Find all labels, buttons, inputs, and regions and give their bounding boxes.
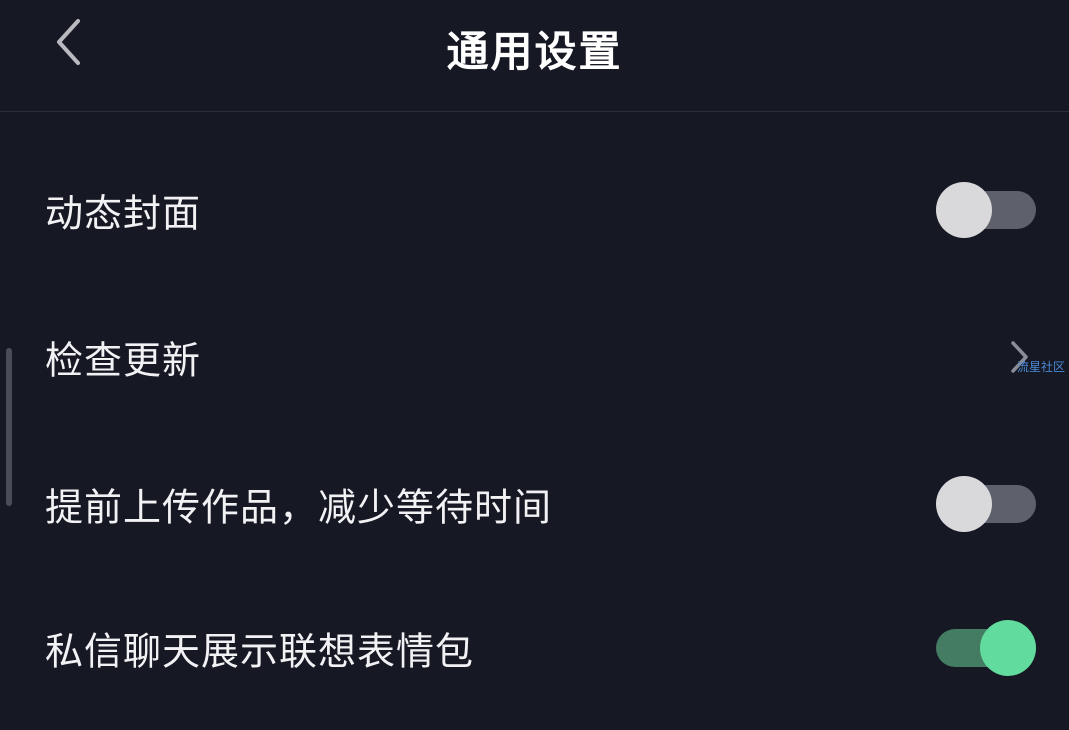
setting-row-emoji-suggest[interactable]: 私信聊天展示联想表情包 bbox=[0, 588, 1069, 708]
setting-label-check-update: 检查更新 bbox=[45, 338, 202, 383]
watermark-text: 流星社区 bbox=[1017, 360, 1066, 374]
setting-label-dynamic-cover: 动态封面 bbox=[45, 191, 202, 236]
settings-screen: 通用设置 动态封面 检查更新 提前上传作品，减少等待时间 私信聊天展示联想表情包… bbox=[0, 0, 1069, 730]
toggle-knob bbox=[936, 476, 992, 532]
toggle-knob bbox=[980, 620, 1036, 676]
emoji-suggest-toggle[interactable] bbox=[936, 620, 1036, 676]
setting-row-pre-upload[interactable]: 提前上传作品，减少等待时间 bbox=[0, 444, 1069, 564]
setting-label-pre-upload: 提前上传作品，减少等待时间 bbox=[45, 485, 553, 530]
setting-label-emoji-suggest: 私信聊天展示联想表情包 bbox=[45, 629, 475, 674]
page-title: 通用设置 bbox=[446, 27, 623, 76]
setting-row-dynamic-cover[interactable]: 动态封面 bbox=[0, 150, 1069, 270]
setting-row-check-update[interactable]: 检查更新 bbox=[0, 297, 1069, 417]
pre-upload-toggle[interactable] bbox=[936, 476, 1036, 532]
dynamic-cover-toggle[interactable] bbox=[936, 182, 1036, 238]
toggle-knob bbox=[936, 182, 992, 238]
header-bar: 通用设置 bbox=[0, 0, 1069, 112]
